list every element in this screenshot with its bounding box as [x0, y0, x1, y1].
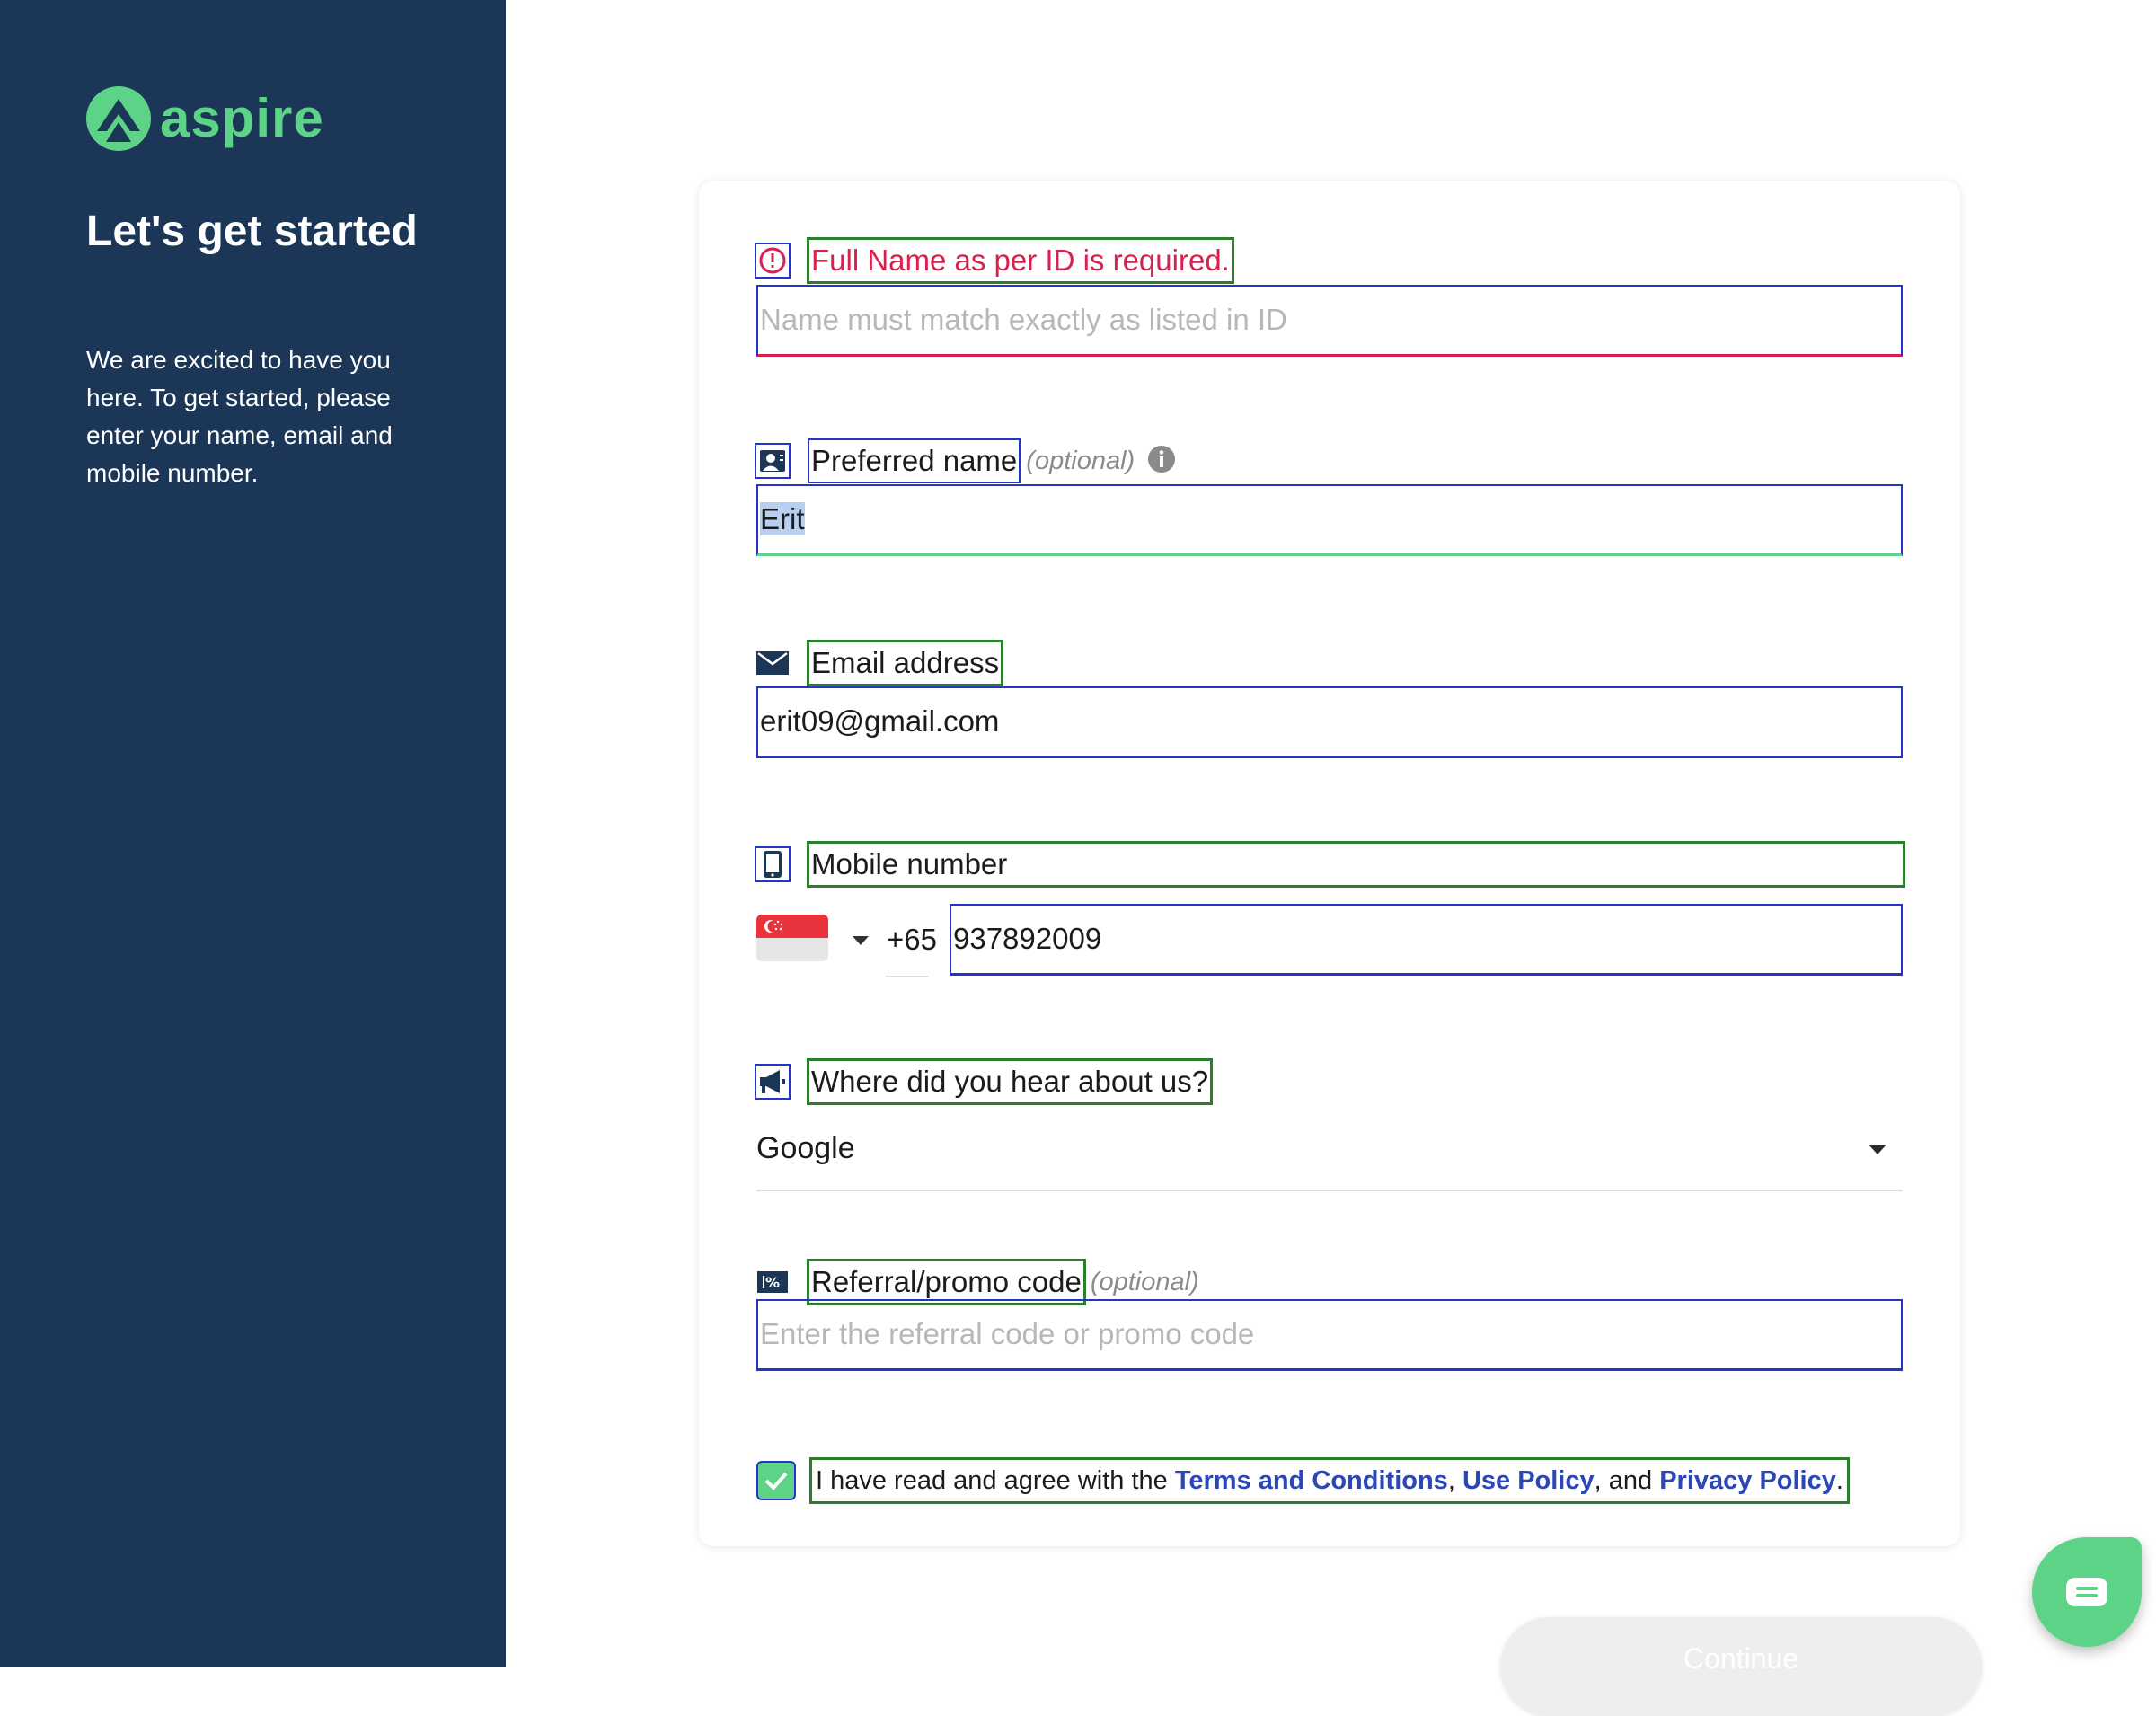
country-dropdown-chevron-icon[interactable] [853, 936, 869, 945]
agreement-sep: , and [1594, 1466, 1660, 1495]
referral-optional: (optional) [1090, 1267, 1199, 1296]
agreement-text: I have read and agree with the Terms and… [809, 1457, 1850, 1504]
person-icon [755, 443, 791, 479]
megaphone-icon [755, 1064, 791, 1100]
aspire-logo[interactable]: aspire [86, 86, 324, 151]
info-icon[interactable] [1147, 445, 1176, 478]
singapore-flag-icon[interactable] [756, 915, 828, 961]
use-policy-link[interactable]: Use Policy [1462, 1466, 1595, 1495]
preferred-name-label-row: Preferred name (optional) [755, 438, 1176, 483]
chevron-down-icon [1869, 1145, 1886, 1154]
envelope-icon [756, 647, 789, 679]
page-description: We are excited to have you here. To get … [86, 346, 393, 487]
page-title: Let's get started [86, 208, 418, 255]
referral-input[interactable]: Enter the referral code or promo code [756, 1299, 1903, 1371]
full-name-input[interactable]: Name must match exactly as listed in ID [756, 285, 1903, 357]
mobile-value: 937892009 [953, 922, 1102, 955]
promo-tag-icon: % [756, 1266, 789, 1298]
preferred-name-optional: (optional) [1026, 446, 1135, 475]
hear-about-select[interactable]: Google [756, 1119, 1903, 1191]
email-label-row: Email address [756, 640, 1004, 686]
svg-text:%: % [765, 1274, 780, 1291]
error-icon [755, 243, 791, 279]
terms-link[interactable]: Terms and Conditions [1175, 1466, 1448, 1495]
country-code-underline [886, 976, 929, 977]
hear-about-label: Where did you hear about us? [806, 1058, 1214, 1105]
agreement-prefix: I have read and agree with the [816, 1466, 1175, 1495]
continue-button[interactable]: Continue [1500, 1617, 1982, 1716]
agreement-sep: , [1447, 1466, 1462, 1495]
email-value: erit09@gmail.com [760, 704, 1000, 738]
preferred-name-label: Preferred name [807, 438, 1021, 483]
hear-about-value: Google [756, 1131, 855, 1165]
privacy-policy-link[interactable]: Privacy Policy [1659, 1466, 1836, 1495]
preferred-name-value: Erit [760, 502, 805, 535]
mobile-label: Mobile number [807, 841, 1905, 888]
referral-label-row: % Referral/promo code (optional) [756, 1259, 1199, 1305]
full-name-error: Full Name as per ID is required. [807, 237, 1234, 284]
country-code: +65 [887, 923, 937, 956]
aspire-logo-icon [86, 86, 151, 151]
checkmark-icon [764, 1472, 788, 1490]
signup-form-card: Full Name as per ID is required. Name mu… [699, 181, 1960, 1546]
email-label: Email address [806, 640, 1004, 686]
phone-icon [755, 846, 791, 882]
agreement-suffix: . [1835, 1466, 1843, 1495]
preferred-name-input[interactable]: Erit [756, 484, 1903, 556]
hear-about-label-row: Where did you hear about us? [755, 1058, 1214, 1105]
mobile-input[interactable]: 937892009 [950, 904, 1903, 976]
sidebar: aspire Let's get started We are excited … [0, 0, 506, 1667]
full-name-placeholder: Name must match exactly as listed in ID [760, 303, 1287, 336]
mobile-label-row: Mobile number [755, 841, 1905, 888]
brand-name: aspire [160, 88, 324, 148]
chat-launcher-button[interactable] [2032, 1537, 2142, 1647]
email-input[interactable]: erit09@gmail.com [756, 686, 1903, 758]
agreement-checkbox[interactable] [758, 1463, 794, 1499]
full-name-label-row: Full Name as per ID is required. [755, 237, 1234, 284]
referral-placeholder: Enter the referral code or promo code [760, 1317, 1255, 1350]
referral-label: Referral/promo code [807, 1259, 1086, 1305]
chat-icon [2066, 1578, 2107, 1606]
